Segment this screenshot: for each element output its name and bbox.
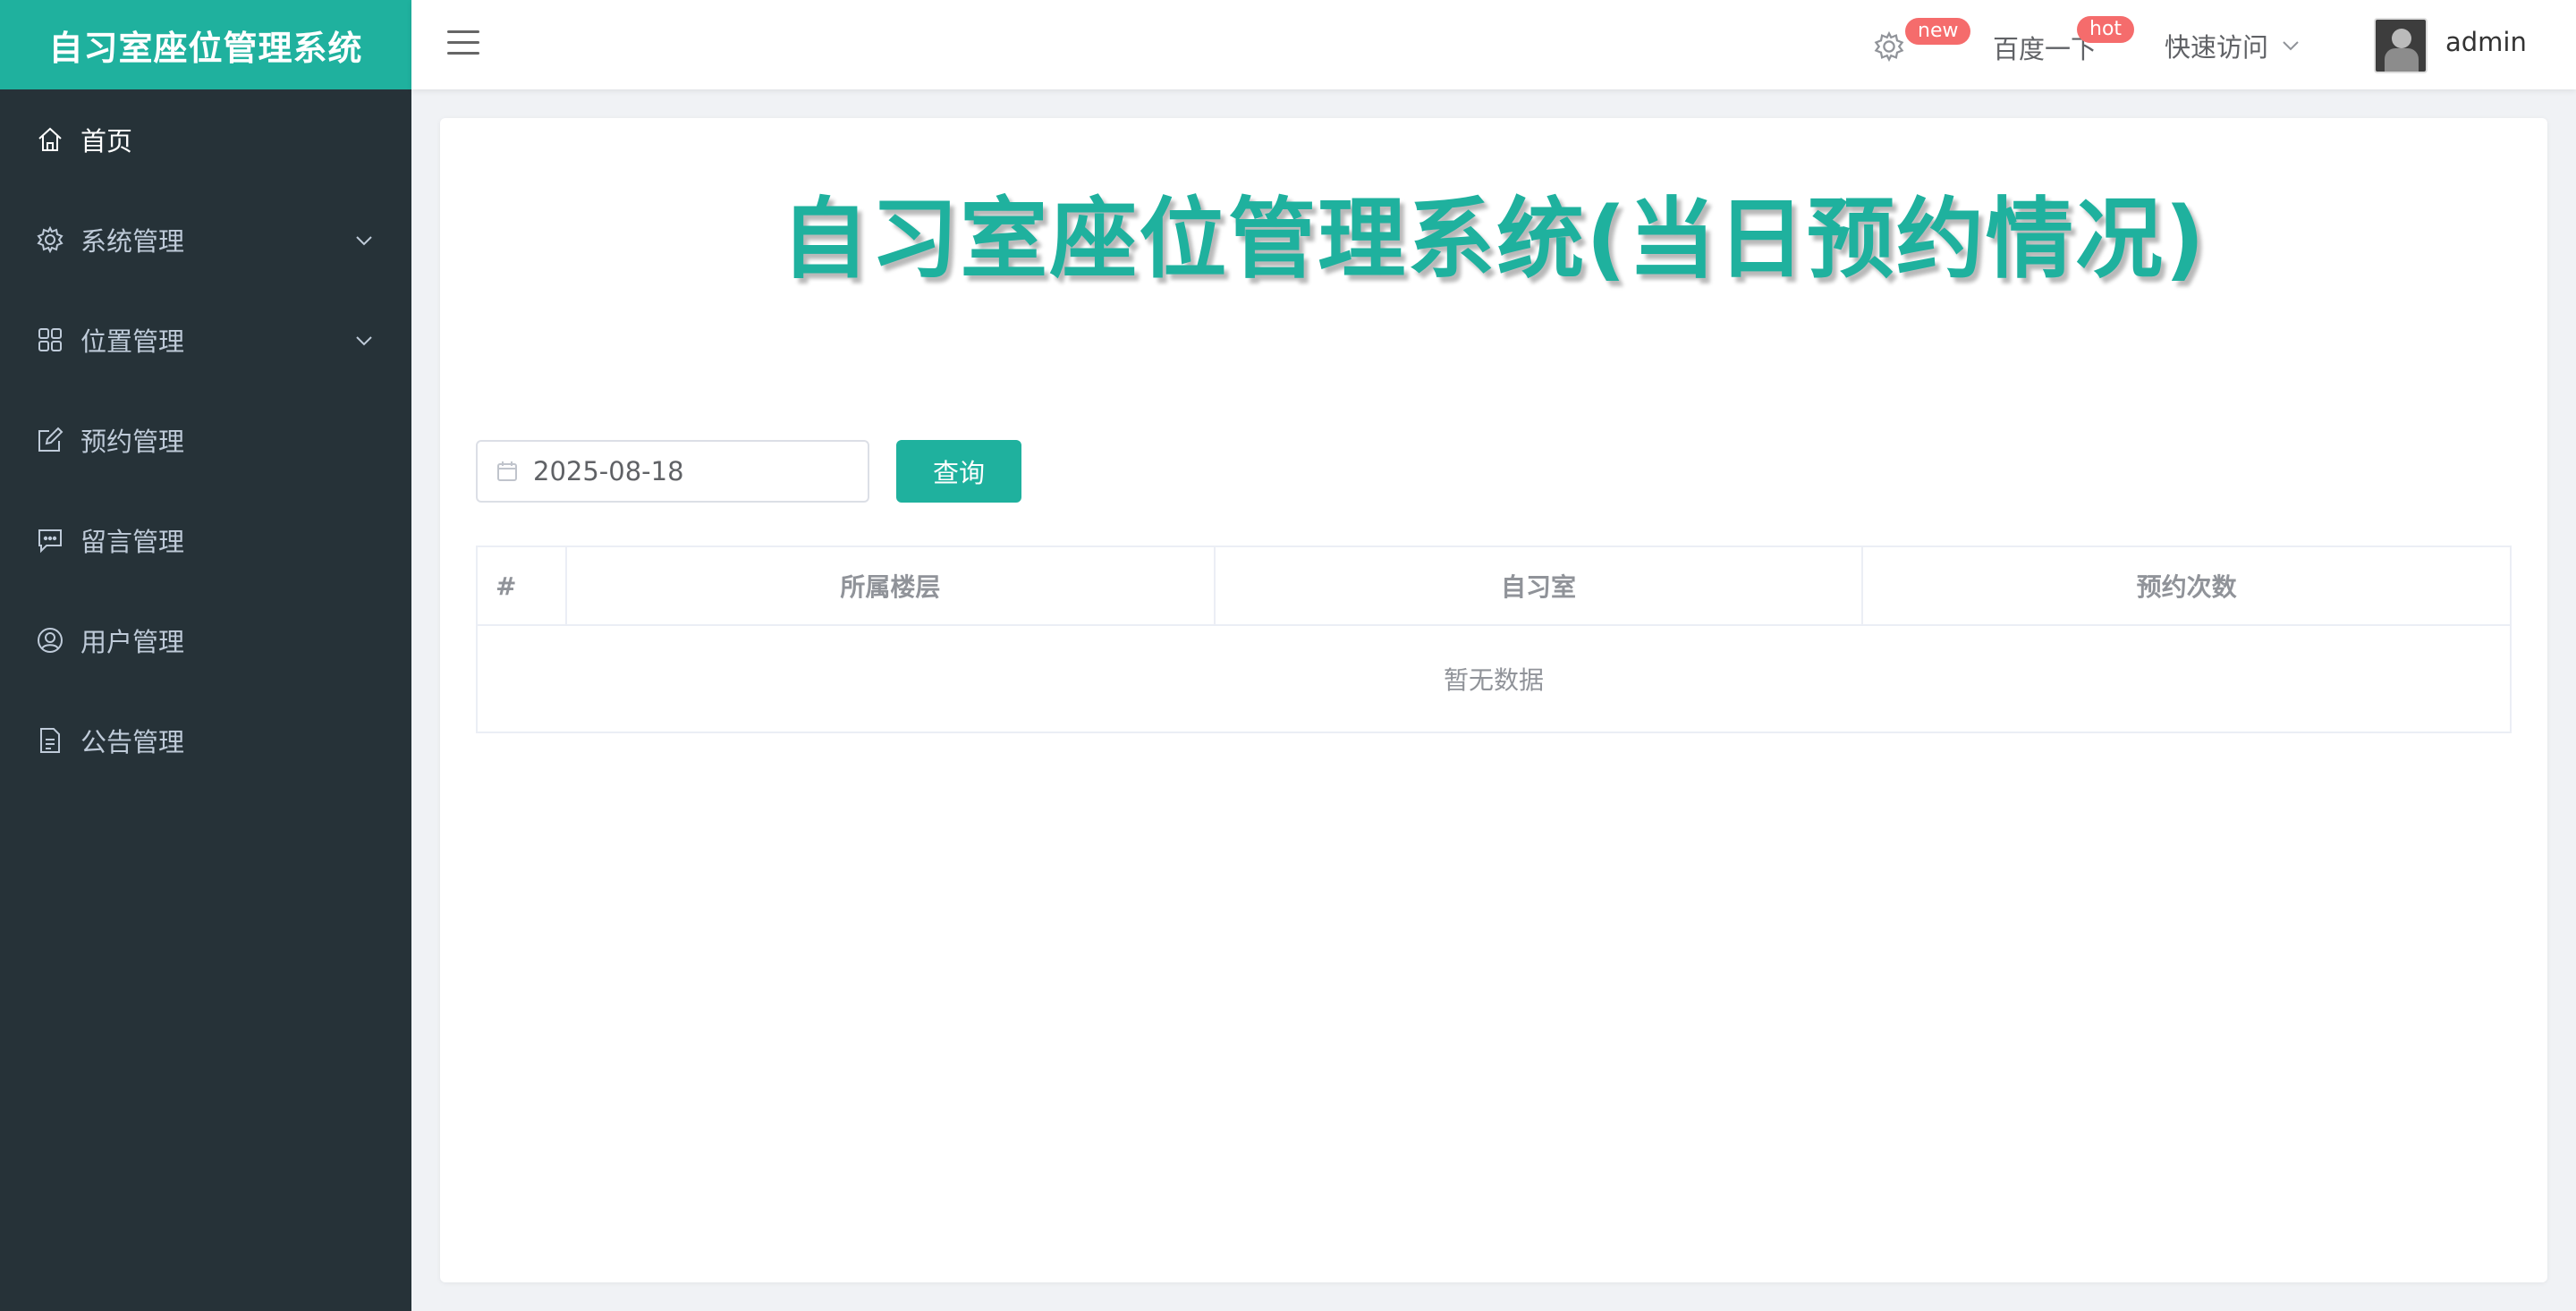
document-icon: [36, 726, 64, 755]
edit-icon: [36, 426, 64, 454]
sidebar-item-reservation[interactable]: 预约管理: [0, 390, 411, 490]
search-form: 2025-08-18 查询: [476, 440, 1021, 503]
chevron-down-icon: [2283, 41, 2299, 51]
sidebar-item-message[interactable]: 留言管理: [0, 490, 411, 590]
grid-icon: [36, 326, 64, 354]
page-title: 自习室座位管理系统(当日预约情况): [781, 189, 2207, 291]
sidebar-item-location[interactable]: 位置管理: [0, 290, 411, 390]
sidebar-item-label: 首页: [80, 126, 133, 156]
username[interactable]: admin: [2445, 27, 2527, 57]
app-title: 自习室座位管理系统: [48, 28, 363, 68]
chevron-down-icon: [356, 236, 372, 246]
calendar-icon: [497, 461, 517, 481]
home-icon: [36, 125, 64, 154]
sidebar-item-label: 用户管理: [80, 627, 185, 657]
sidebar-item-label: 公告管理: [80, 727, 185, 757]
column-header-index: #: [478, 547, 567, 624]
settings-icon[interactable]: [1873, 30, 1905, 63]
sidebar-item-home[interactable]: 首页: [0, 89, 411, 190]
sidebar: 自习室座位管理系统 首页 系统管理 位置管理 预约管理 留言管理 用户管理 公告…: [0, 0, 411, 1311]
sidebar-item-label: 预约管理: [80, 427, 185, 457]
table-header: # 所属楼层 自习室 预约次数: [478, 547, 2510, 626]
column-header-room[interactable]: 自习室: [1216, 547, 1864, 624]
reservation-table: # 所属楼层 自习室 预约次数 暂无数据: [476, 546, 2512, 733]
sidebar-item-system[interactable]: 系统管理: [0, 190, 411, 290]
quick-access-label: 快速访问: [2165, 32, 2269, 63]
quick-access-dropdown[interactable]: 快速访问: [2165, 27, 2301, 64]
date-picker-input[interactable]: 2025-08-18: [476, 440, 869, 503]
sidebar-item-notice[interactable]: 公告管理: [0, 690, 411, 791]
chevron-down-icon: [356, 336, 372, 346]
chat-icon: [36, 526, 64, 554]
sidebar-item-label: 位置管理: [80, 326, 185, 357]
sidebar-menu: 首页 系统管理 位置管理 预约管理 留言管理 用户管理 公告管理: [0, 89, 411, 791]
main-card: 自习室座位管理系统(当日预约情况) 2025-08-18 查询 # 所属楼层 自…: [440, 118, 2547, 1282]
gear-icon: [36, 225, 64, 254]
query-button[interactable]: 查询: [896, 440, 1021, 503]
menu-toggle-icon[interactable]: [447, 30, 479, 59]
sidebar-item-label: 系统管理: [80, 226, 185, 257]
table-empty-text: 暂无数据: [1443, 665, 1544, 695]
date-value: 2025-08-18: [533, 456, 684, 486]
column-header-floor[interactable]: 所属楼层: [567, 547, 1216, 624]
app-logo[interactable]: 自习室座位管理系统: [0, 0, 411, 89]
top-header: new 百度一下 hot 快速访问 admin: [411, 0, 2576, 89]
sidebar-item-users[interactable]: 用户管理: [0, 590, 411, 690]
avatar[interactable]: [2374, 18, 2428, 73]
new-badge: new: [1905, 18, 1971, 45]
user-icon: [36, 626, 64, 655]
sidebar-item-label: 留言管理: [80, 527, 185, 557]
column-header-count[interactable]: 预约次数: [1863, 547, 2510, 624]
hot-badge: hot: [2077, 16, 2135, 43]
